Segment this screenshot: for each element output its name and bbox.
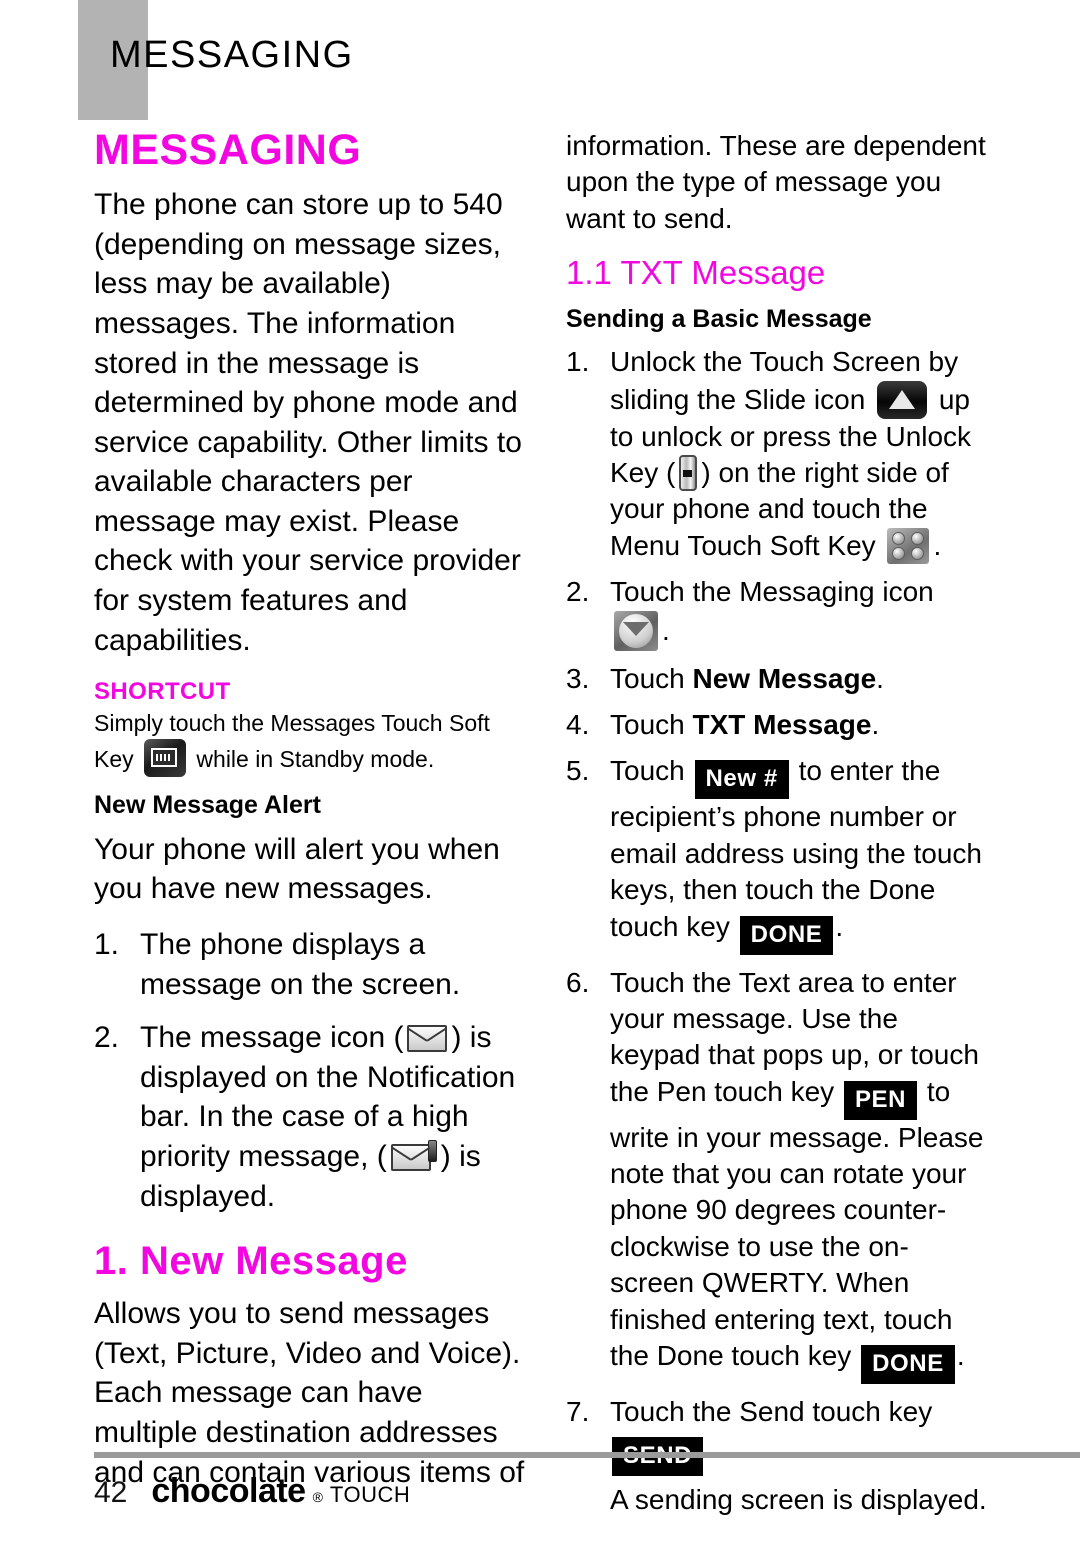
list-number: 2.	[94, 1021, 120, 1055]
shortcut-text: Simply touch the Messages Touch Soft Key…	[94, 708, 526, 778]
registered-mark-icon: ®	[312, 1489, 323, 1505]
step-text-1: Touch	[610, 755, 685, 787]
txt-message-heading: 1.1 TXT Message	[566, 254, 826, 292]
list-item: 2. Touch the Messaging icon .	[566, 574, 990, 651]
messaging-app-icon	[614, 610, 658, 651]
step-text-4: .	[933, 529, 942, 561]
step-text-1: Touch the Text area to enter your messag…	[610, 966, 979, 1107]
done-touch-key[interactable]: DONE	[739, 915, 834, 955]
step-text-2: .	[876, 662, 884, 694]
list-number: 2.	[566, 576, 590, 608]
list-number: 7.	[566, 1396, 590, 1428]
sending-step-list: 1. Unlock the Touch Screen by sliding th…	[566, 344, 990, 1519]
running-header-title: MESSAGING	[110, 34, 354, 76]
left-column: MESSAGING The phone can store up to 540 …	[94, 126, 526, 1508]
shortcut-text-after: while in Standby mode.	[196, 746, 435, 773]
envelope-icon	[407, 1025, 448, 1053]
list-text: The phone displays a message on the scre…	[140, 928, 461, 1001]
step-text-2: .	[705, 1432, 713, 1464]
list-text-a: The message icon (	[140, 1021, 404, 1055]
list-number: 5.	[566, 755, 590, 787]
step-text-3: A sending screen is displayed.	[610, 1484, 987, 1516]
list-number: 1.	[94, 928, 120, 962]
list-item: 3. Touch New Message.	[566, 661, 990, 697]
slide-icon	[877, 380, 928, 419]
list-number: 6.	[566, 966, 590, 998]
step-bold-term: New Message	[692, 662, 877, 694]
list-item: 6. Touch the Text area to enter your mes…	[566, 965, 990, 1385]
list-number: 3.	[566, 662, 590, 694]
step-bold-term: TXT Message	[692, 708, 872, 740]
footer-divider	[94, 1452, 1080, 1458]
manual-page: MESSAGING MESSAGING The phone can store …	[0, 0, 1080, 1552]
list-item: 2. The message icon () is displayed on t…	[94, 1018, 526, 1216]
step-text-1: Touch the Send touch key	[610, 1396, 933, 1428]
brand-name: chocolate	[151, 1472, 306, 1510]
step-text-2: .	[662, 614, 670, 646]
new-number-touch-key[interactable]: New #	[694, 760, 789, 800]
step-text-1: Touch	[610, 662, 693, 694]
pen-touch-key[interactable]: PEN	[843, 1080, 918, 1120]
messages-soft-key-icon	[144, 739, 187, 778]
brand-logo: chocolate ® TOUCH	[151, 1472, 410, 1511]
two-column-body: MESSAGING The phone can store up to 540 …	[0, 127, 1080, 1515]
menu-soft-key-icon	[887, 527, 930, 564]
intro-paragraph: The phone can store up to 540 (depending…	[94, 188, 522, 657]
page-number: 42	[94, 1476, 128, 1509]
continued-paragraph: information. These are dependent upon th…	[566, 130, 986, 234]
new-message-paragraph: Allows you to send messages (Text, Pictu…	[94, 1297, 525, 1489]
alert-step-list: 1. The phone displays a message on the s…	[94, 925, 526, 1216]
unlock-key-icon	[679, 455, 698, 491]
page-title: MESSAGING	[94, 126, 362, 174]
step-text-3: .	[835, 910, 844, 942]
step-text-3: .	[956, 1340, 965, 1372]
list-item: 5. Touch New # to enter the recipient’s …	[566, 753, 990, 955]
list-item: 4. Touch TXT Message.	[566, 707, 990, 743]
shortcut-label: SHORTCUT	[94, 678, 231, 706]
alert-paragraph: Your phone will alert you when you have …	[94, 832, 500, 906]
list-number: 1.	[566, 346, 590, 378]
envelope-priority-icon	[390, 1139, 437, 1171]
step-text-2: to write in your message. Please note th…	[610, 1075, 984, 1372]
footer: 42 chocolate ® TOUCH	[94, 1472, 410, 1511]
new-message-alert-heading: New Message Alert	[94, 791, 321, 820]
right-column: information. These are dependent upon th…	[566, 128, 990, 1529]
done-touch-key[interactable]: DONE	[861, 1345, 955, 1385]
step-text-2: .	[871, 708, 880, 740]
new-message-section-heading: 1. New Message	[94, 1239, 408, 1284]
sending-basic-message-heading: Sending a Basic Message	[566, 305, 872, 334]
list-item: 1. Unlock the Touch Screen by sliding th…	[566, 344, 990, 564]
list-item: 1. The phone displays a message on the s…	[94, 925, 526, 1004]
step-text-1: Touch the Messaging icon	[610, 576, 934, 608]
list-number: 4.	[566, 708, 590, 740]
step-text-1: Touch	[610, 708, 693, 740]
brand-suffix: TOUCH	[329, 1482, 411, 1507]
